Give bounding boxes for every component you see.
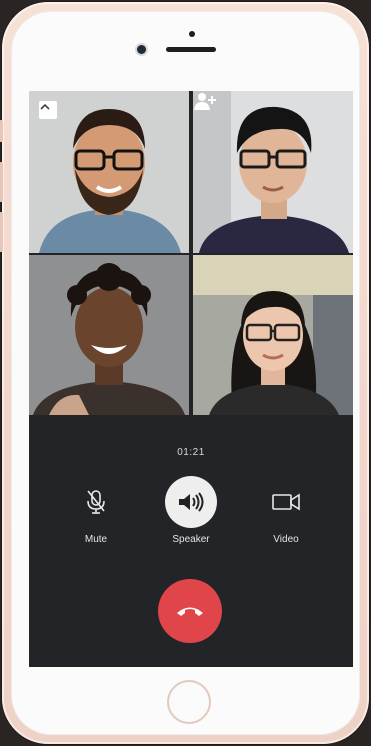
home-button[interactable] xyxy=(167,680,211,724)
speaker-icon xyxy=(179,492,204,512)
video-label: Video xyxy=(273,534,299,545)
collapse-button[interactable] xyxy=(39,101,57,119)
participant-video-2 xyxy=(193,91,353,253)
chevron-up-icon xyxy=(40,103,50,110)
video-camera-icon xyxy=(272,493,300,511)
front-camera xyxy=(137,45,146,54)
mute-icon-wrap xyxy=(70,476,122,528)
mute-label: Mute xyxy=(84,534,108,545)
participant-tile-1[interactable] xyxy=(29,91,189,253)
video-icon-wrap xyxy=(260,476,312,528)
call-timer: 01:21 xyxy=(177,447,205,458)
participant-tile-4[interactable] xyxy=(193,255,353,415)
volume-down-button xyxy=(0,212,3,252)
speaker-button[interactable]: Speaker xyxy=(156,476,226,545)
speaker-icon-wrap xyxy=(165,476,217,528)
volume-up-button xyxy=(0,162,3,202)
mute-button[interactable]: Mute xyxy=(61,476,131,545)
end-call-button[interactable] xyxy=(158,579,222,643)
video-call-screen: 01:21 Mute Speaker Video xyxy=(29,91,353,667)
add-user-icon[interactable] xyxy=(193,91,217,111)
hang-up-icon xyxy=(177,607,203,616)
microphone-icon xyxy=(87,490,105,514)
mute-switch xyxy=(0,120,3,142)
video-button[interactable]: Video xyxy=(251,476,321,545)
participant-tile-2[interactable] xyxy=(193,91,353,253)
proximity-sensor xyxy=(189,31,195,37)
earpiece-speaker xyxy=(166,47,216,52)
participant-video-4 xyxy=(193,255,353,415)
participant-tile-3[interactable] xyxy=(29,255,189,415)
speaker-label: Speaker xyxy=(172,534,210,545)
participant-video-3 xyxy=(29,255,189,415)
